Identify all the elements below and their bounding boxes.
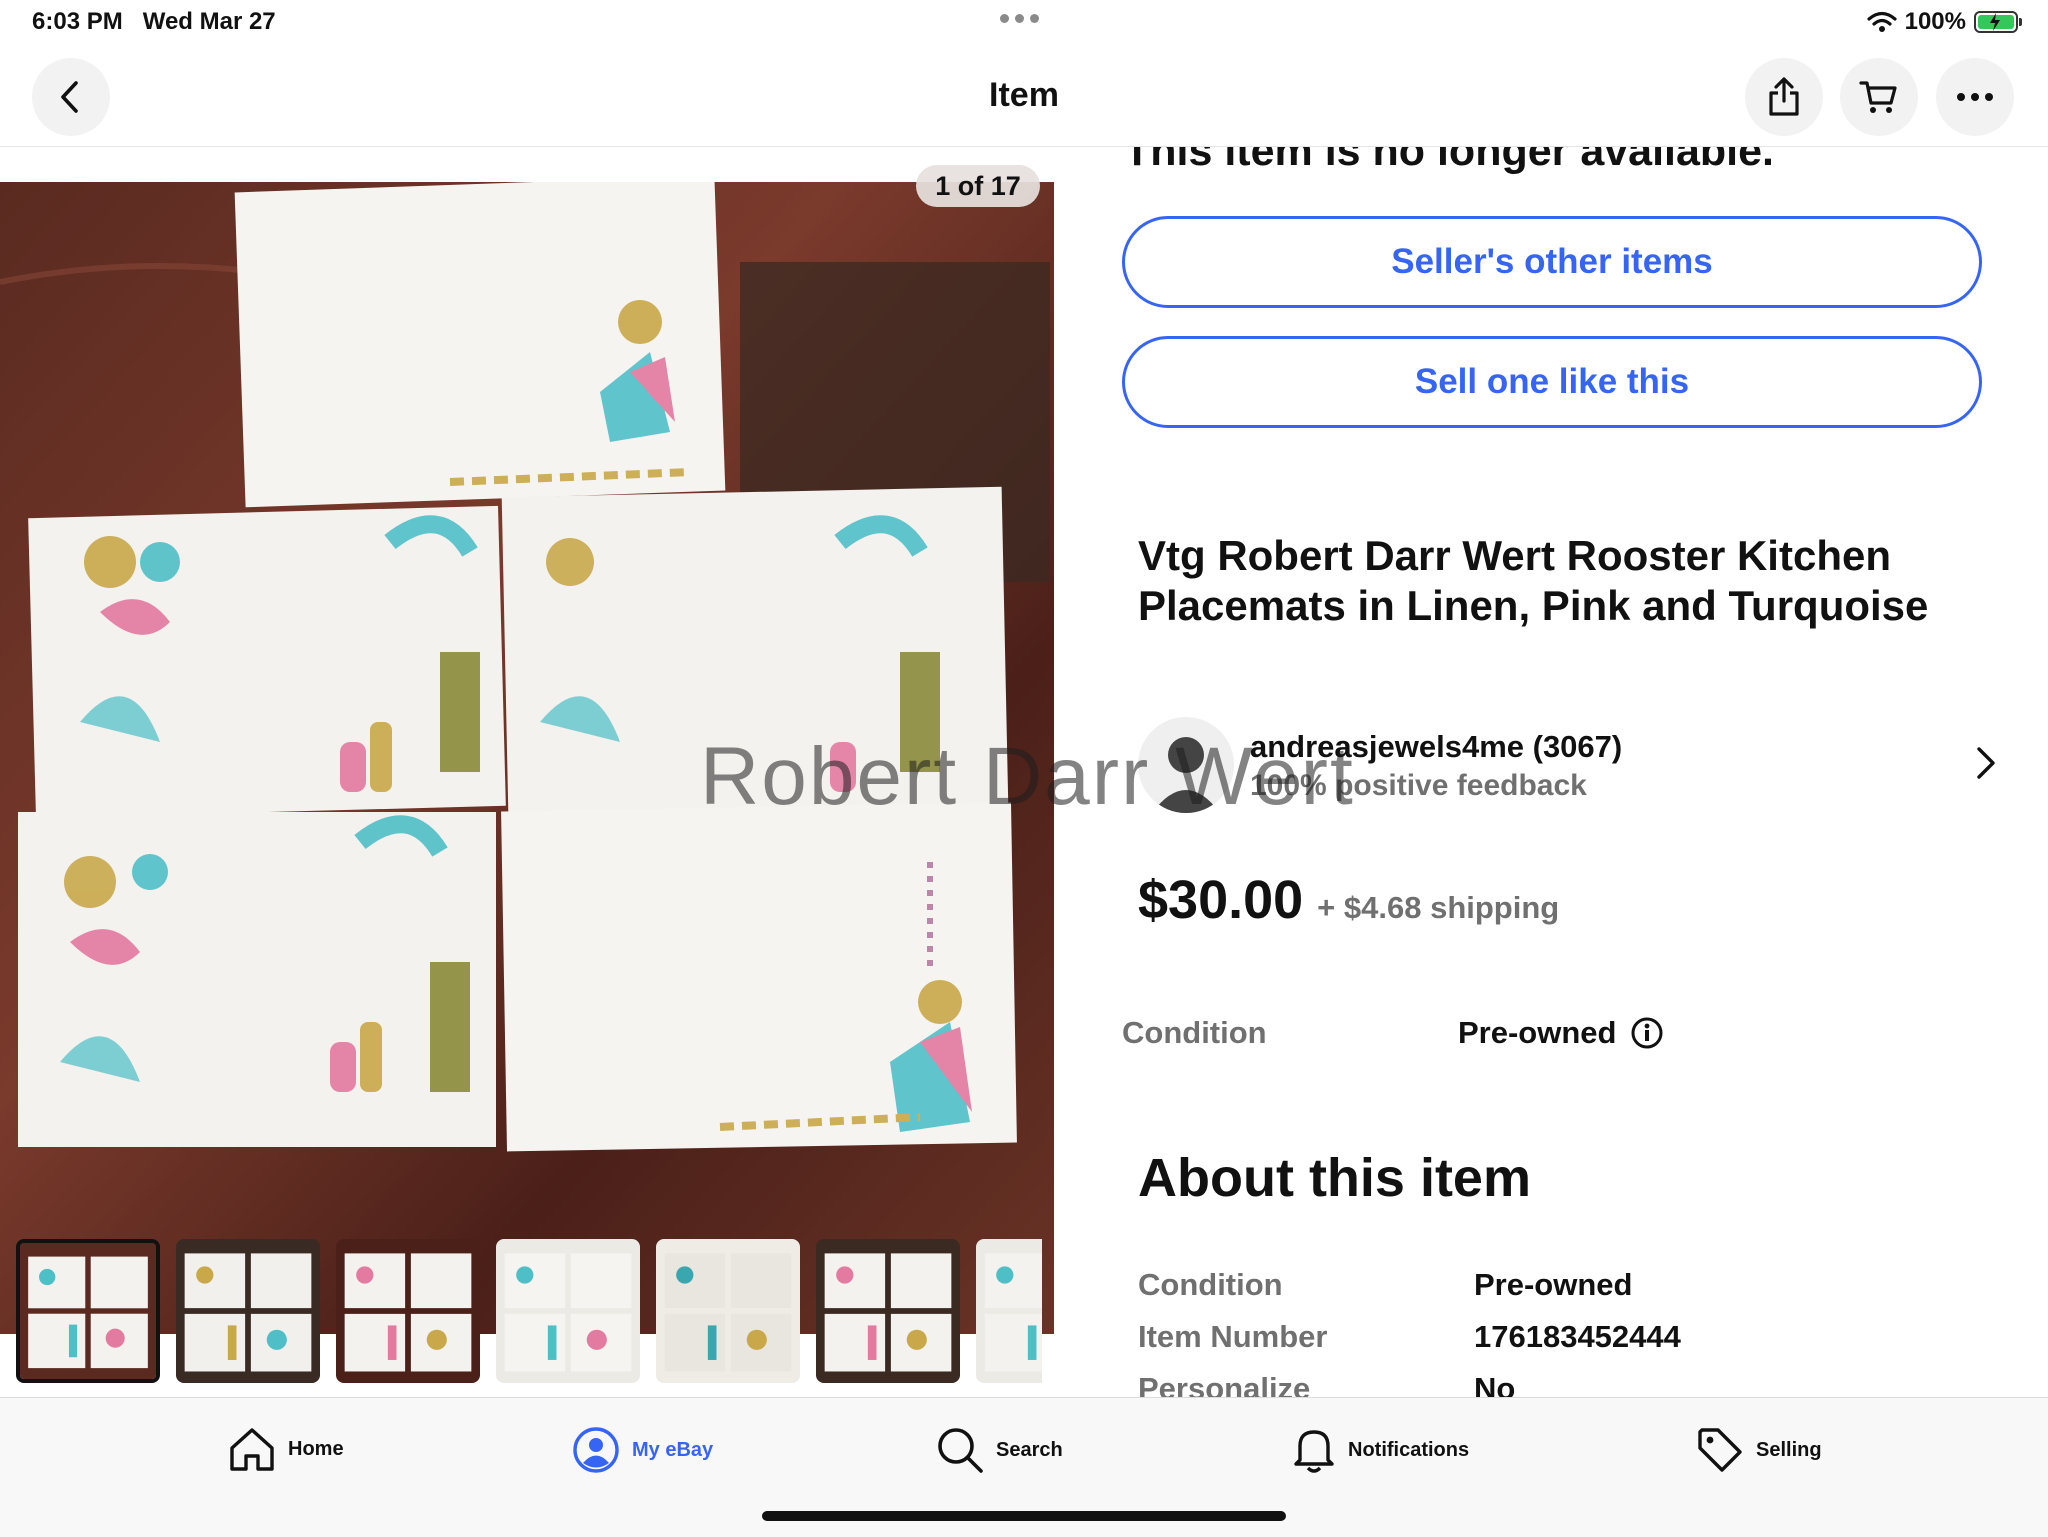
item-price: $30.00 bbox=[1138, 870, 1304, 930]
sellers-other-items-button[interactable]: Seller's other items bbox=[1122, 216, 1982, 308]
page-title: Item bbox=[989, 76, 1059, 114]
shipping-cost: + $4.68 shipping bbox=[1317, 890, 1560, 925]
thumbnail-image[interactable] bbox=[656, 1239, 800, 1383]
multitasking-dots[interactable] bbox=[1000, 14, 1039, 23]
wifi-icon bbox=[1867, 11, 1897, 32]
status-right: 100% bbox=[1867, 8, 2022, 36]
condition-value[interactable]: Pre-owned bbox=[1458, 1015, 1664, 1051]
cart-button[interactable] bbox=[1840, 58, 1918, 136]
spec-label: Personalize bbox=[1138, 1371, 1311, 1397]
search-icon bbox=[938, 1428, 983, 1473]
user-icon bbox=[573, 1427, 619, 1473]
bell-icon bbox=[1294, 1430, 1334, 1473]
thumbnail-image[interactable] bbox=[816, 1239, 960, 1383]
status-bar: 6:03 PM Wed Mar 27 100% bbox=[0, 0, 2048, 48]
thumbnail-strip[interactable] bbox=[16, 1239, 1042, 1383]
unavailable-message: This item is no longer available. bbox=[1124, 147, 1774, 175]
spec-value: 176183452444 bbox=[1474, 1319, 1681, 1354]
tab-my-ebay[interactable]: My eBay bbox=[572, 1426, 713, 1474]
more-button[interactable] bbox=[1936, 58, 2014, 136]
spec-value: No bbox=[1474, 1371, 1516, 1397]
price-row: $30.00 + $4.68 shipping bbox=[1138, 869, 1559, 931]
home-indicator[interactable] bbox=[762, 1511, 1286, 1521]
tab-home[interactable]: Home bbox=[228, 1426, 344, 1472]
share-button[interactable] bbox=[1745, 58, 1823, 136]
spec-label: Condition bbox=[1138, 1267, 1283, 1302]
thumbnail-image[interactable] bbox=[176, 1239, 320, 1383]
sell-one-like-this-button[interactable]: Sell one like this bbox=[1122, 336, 1982, 428]
condition-label: Condition bbox=[1122, 1015, 1267, 1050]
info-icon[interactable] bbox=[1630, 1016, 1664, 1050]
more-icon bbox=[1957, 93, 1993, 101]
tab-search[interactable]: Search bbox=[936, 1426, 1063, 1474]
spec-label: Item Number bbox=[1138, 1319, 1328, 1354]
tag-icon bbox=[1698, 1428, 1742, 1472]
top-navbar: Item bbox=[0, 48, 2048, 147]
photo-watermark: Robert Darr Wert bbox=[700, 731, 1355, 822]
share-icon bbox=[1769, 77, 1799, 116]
chevron-right-icon bbox=[1977, 747, 1995, 779]
thumbnail-image[interactable] bbox=[496, 1239, 640, 1383]
spec-value: Pre-owned bbox=[1474, 1267, 1633, 1302]
cart-icon bbox=[1859, 81, 1897, 113]
thumbnail-image[interactable] bbox=[336, 1239, 480, 1383]
home-icon bbox=[230, 1428, 274, 1471]
about-heading: About this item bbox=[1138, 1148, 1531, 1208]
image-counter: 1 of 17 bbox=[916, 165, 1040, 207]
tab-notifications[interactable]: Notifications bbox=[1292, 1426, 1469, 1474]
item-title: Vtg Robert Darr Wert Rooster Kitchen Pla… bbox=[1138, 532, 1929, 629]
battery-percent: 100% bbox=[1904, 8, 1966, 35]
thumbnail-image[interactable] bbox=[976, 1239, 1042, 1383]
tab-selling[interactable]: Selling bbox=[1696, 1426, 1822, 1474]
thumbnail-image[interactable] bbox=[16, 1239, 160, 1383]
status-time: 6:03 PM Wed Mar 27 bbox=[32, 8, 276, 35]
battery-icon bbox=[1974, 11, 2022, 33]
